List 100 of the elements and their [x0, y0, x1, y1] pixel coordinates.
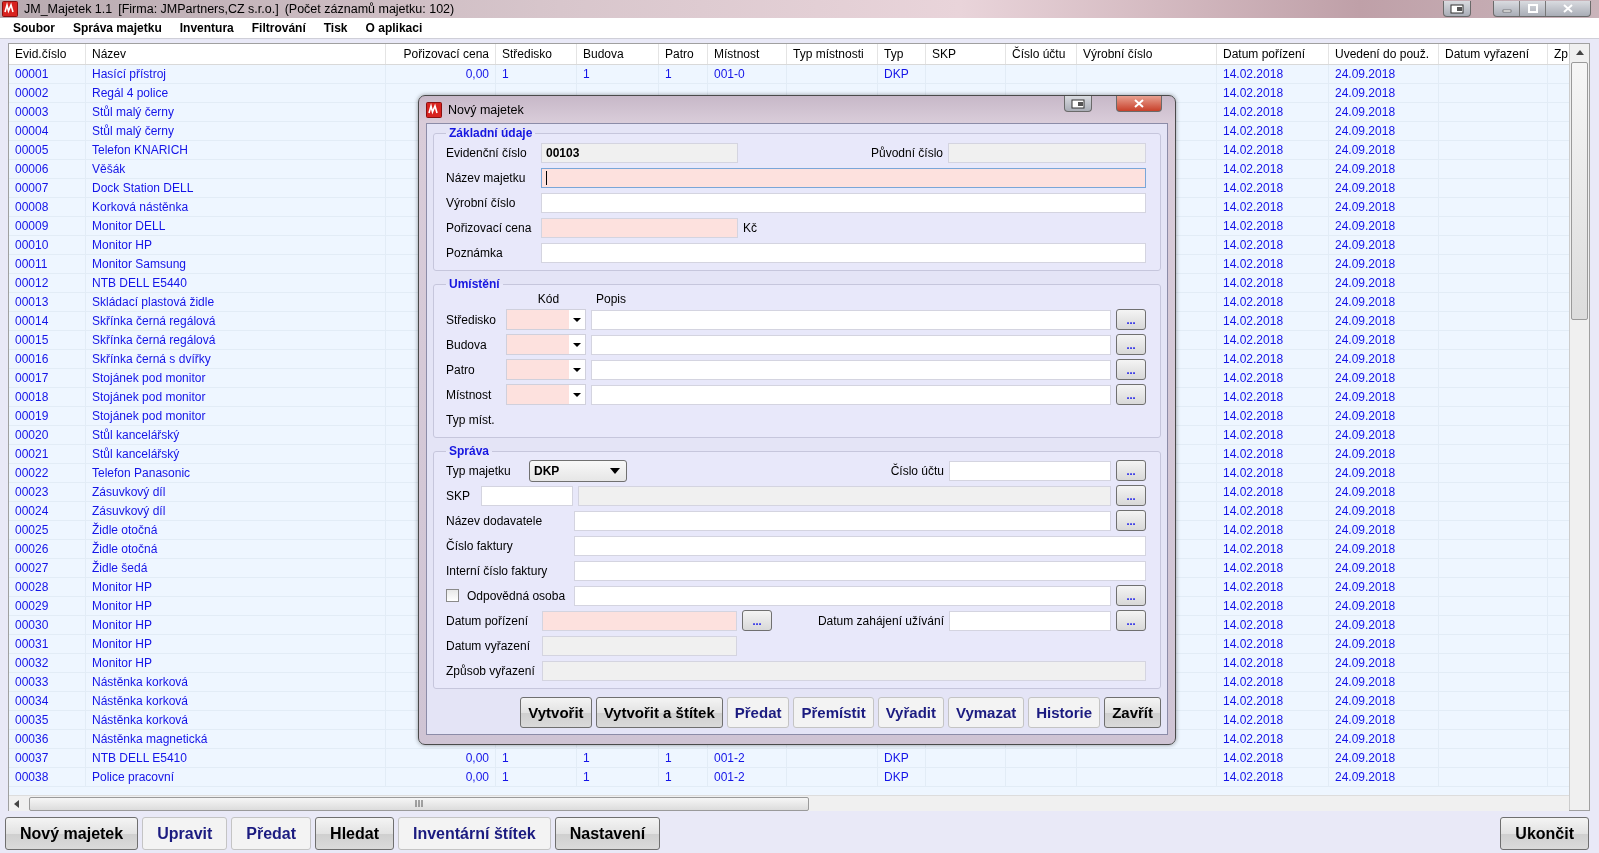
menu-item[interactable]: Filtrování	[242, 21, 315, 35]
input-field[interactable]	[541, 242, 1146, 263]
input-field[interactable]	[949, 460, 1111, 481]
table-cell: 001-0	[708, 65, 787, 83]
input-field[interactable]	[541, 167, 1146, 188]
combo-box[interactable]	[506, 334, 586, 355]
input-field[interactable]	[574, 585, 1111, 606]
table-cell: Židle otočná	[86, 540, 386, 558]
dropdown-arrow-icon	[573, 342, 581, 347]
browse-button[interactable]: ...	[1116, 309, 1146, 330]
table-cell: 24.09.2018	[1329, 502, 1439, 520]
checkbox[interactable]	[446, 589, 459, 602]
browse-button[interactable]: ...	[1116, 384, 1146, 405]
input-field[interactable]	[574, 560, 1146, 581]
table-cell: Stojánek pod monitor	[86, 388, 386, 406]
column-header[interactable]: Výrobní číslo	[1077, 44, 1217, 64]
input-field[interactable]	[541, 217, 738, 238]
table-cell: Židle otočná	[86, 521, 386, 539]
field-label: Evidenční číslo	[446, 145, 528, 160]
combo-box[interactable]	[506, 384, 586, 405]
table-cell: 00003	[9, 103, 86, 121]
column-header[interactable]: Název	[86, 44, 386, 64]
table-cell: 00018	[9, 388, 86, 406]
button[interactable]: Vytvořit a štítek	[595, 697, 723, 728]
table-cell: 24.09.2018	[1329, 749, 1439, 767]
column-header[interactable]: Typ	[878, 44, 926, 64]
input-field[interactable]	[591, 359, 1111, 380]
column-header[interactable]: Středisko	[496, 44, 577, 64]
column-header[interactable]: Patro	[659, 44, 708, 64]
table-cell: Stojánek pod monitor	[86, 369, 386, 387]
table-cell: Stojánek pod monitor	[86, 407, 386, 425]
scrollbar-thumb[interactable]	[29, 796, 809, 811]
table-cell: 1	[577, 65, 659, 83]
browse-button[interactable]: ...	[1116, 359, 1146, 380]
window-title: JM_Majetek 1.1	[24, 2, 113, 16]
input-field[interactable]	[591, 309, 1111, 330]
column-header[interactable]: Pořizovací cena	[386, 44, 496, 64]
browse-button[interactable]: ...	[1116, 585, 1146, 606]
scrollbar-thumb[interactable]	[1571, 62, 1588, 320]
menu-item[interactable]: Soubor	[4, 21, 64, 35]
column-header[interactable]: SKP	[926, 44, 1006, 64]
table-cell: 1	[496, 768, 577, 786]
input-field[interactable]	[591, 384, 1111, 405]
table-cell: 14.02.2018	[1217, 521, 1329, 539]
input-field[interactable]	[949, 610, 1111, 631]
menu-item[interactable]: Správa majetku	[64, 21, 171, 35]
select-field[interactable]: DKP	[529, 459, 627, 482]
column-header[interactable]: Datum vyřazení	[1439, 44, 1548, 64]
table-cell: 24.09.2018	[1329, 654, 1439, 672]
input-field[interactable]	[542, 635, 737, 656]
input-field[interactable]	[542, 610, 737, 631]
menu-item[interactable]: O aplikaci	[356, 21, 432, 35]
field-label: Patro	[446, 362, 476, 377]
input-field[interactable]	[574, 510, 1111, 531]
column-header[interactable]: Budova	[577, 44, 659, 64]
button[interactable]: Vytvořit	[520, 697, 592, 728]
browse-button[interactable]: ...	[1116, 460, 1146, 481]
table-cell: Monitor HP	[86, 236, 386, 254]
vertical-scrollbar[interactable]	[1569, 44, 1589, 810]
input-field[interactable]	[578, 485, 1111, 506]
table-cell: 24.09.2018	[1329, 312, 1439, 330]
browse-button[interactable]: ...	[1116, 334, 1146, 355]
field-label: Středisko	[446, 312, 498, 327]
column-header[interactable]: Datum pořízení	[1217, 44, 1329, 64]
table-cell: 14.02.2018	[1217, 540, 1329, 558]
combo-box[interactable]	[506, 359, 586, 380]
horizontal-scrollbar[interactable]	[9, 795, 1569, 811]
button[interactable]: Zavřít	[1104, 697, 1161, 728]
table-cell: 001-2	[708, 749, 787, 767]
input-field[interactable]	[574, 535, 1146, 556]
input-field[interactable]	[948, 142, 1146, 163]
browse-button[interactable]: ...	[1116, 610, 1146, 631]
table-cell: 24.09.2018	[1329, 160, 1439, 178]
table-cell: 24.09.2018	[1329, 141, 1439, 159]
browse-button[interactable]: ...	[1116, 510, 1146, 531]
table-cell: 24.09.2018	[1329, 179, 1439, 197]
table-cell: 14.02.2018	[1217, 407, 1329, 425]
table-cell: 24.09.2018	[1329, 217, 1439, 235]
table-cell: 1	[496, 65, 577, 83]
input-field[interactable]	[481, 485, 573, 506]
browse-button[interactable]: ...	[1116, 485, 1146, 506]
button[interactable]: Nastavení	[554, 817, 661, 850]
menu-item[interactable]: Tisk	[314, 21, 357, 35]
input-field[interactable]	[541, 192, 1146, 213]
button[interactable]: Ukončit	[1500, 817, 1589, 850]
input-field[interactable]: 00103	[541, 142, 738, 163]
column-header[interactable]: Číslo účtu	[1006, 44, 1077, 64]
button[interactable]: Hledat	[315, 817, 394, 850]
menu-item[interactable]: Inventura	[170, 21, 243, 35]
input-field[interactable]	[591, 334, 1111, 355]
column-header[interactable]: Uvedení do použ.	[1329, 44, 1439, 64]
column-header[interactable]: Evid.číslo	[9, 44, 86, 64]
column-header[interactable]: Typ místnosti	[787, 44, 878, 64]
input-field[interactable]	[542, 660, 1146, 681]
combo-box[interactable]	[506, 309, 586, 330]
table-cell: Nástěnka korková	[86, 692, 386, 710]
browse-button[interactable]: ...	[742, 610, 772, 631]
column-header[interactable]: Místnost	[708, 44, 787, 64]
table-cell: 14.02.2018	[1217, 597, 1329, 615]
button[interactable]: Nový majetek	[5, 817, 139, 850]
